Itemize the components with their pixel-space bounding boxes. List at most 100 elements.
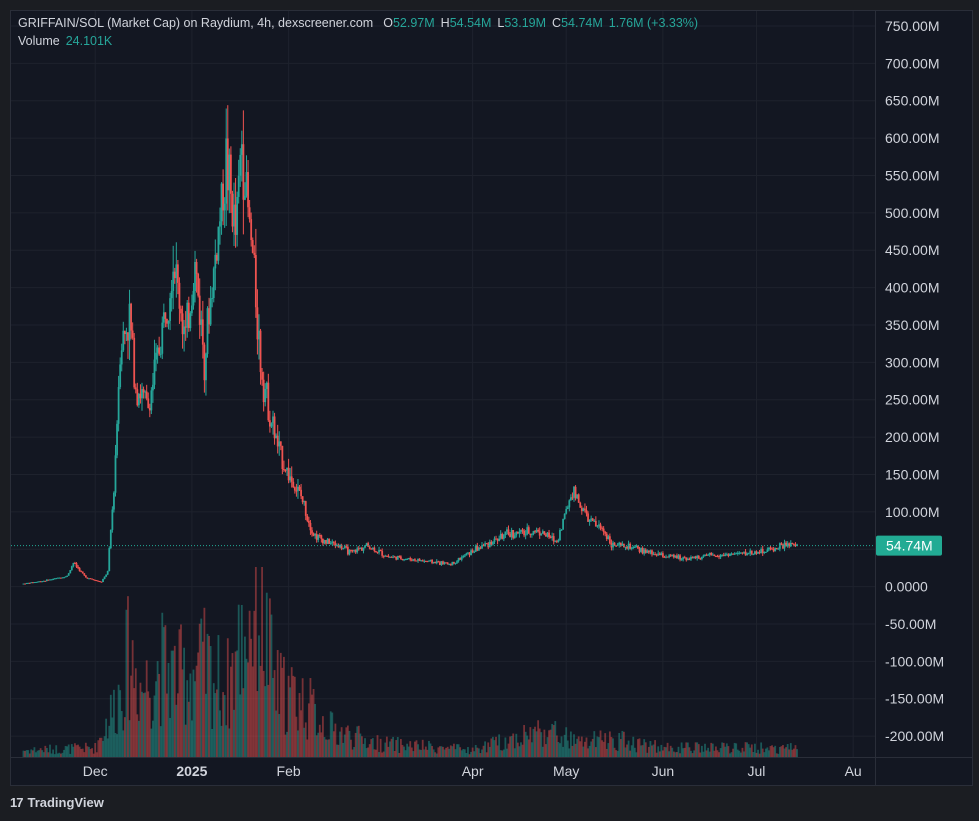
candle-body — [326, 538, 329, 544]
volume-bar — [677, 746, 680, 757]
volume-bar — [259, 665, 262, 757]
candle-body — [100, 581, 103, 583]
candle-body — [393, 556, 396, 558]
time-tick-label: Jul — [748, 763, 766, 779]
candle-body — [262, 379, 265, 403]
candle-body — [395, 556, 398, 560]
candle-body — [644, 549, 647, 553]
volume-bar — [697, 744, 700, 757]
volume-bar — [442, 746, 444, 757]
candle-body — [777, 548, 780, 550]
volume-bar — [373, 749, 376, 757]
volume-bar — [214, 693, 217, 757]
volume-bar — [615, 750, 618, 757]
candle-body — [78, 568, 81, 572]
candle-body — [498, 538, 501, 541]
low-value: 53.19M — [504, 16, 547, 30]
candle-body — [42, 580, 45, 582]
candle-body — [448, 564, 451, 566]
volume-bar — [39, 748, 42, 757]
candle-body — [378, 549, 380, 553]
candle-body — [181, 313, 184, 335]
volume-bar — [788, 749, 791, 757]
volume-bar — [332, 731, 335, 757]
candle-body — [153, 359, 156, 385]
volume-bar — [772, 747, 775, 757]
candle-body — [743, 551, 745, 553]
candle-body — [270, 423, 273, 427]
volume-bar — [273, 670, 276, 757]
candle-body — [295, 490, 298, 492]
volume-bar — [409, 741, 412, 757]
volume-bar — [736, 749, 739, 757]
volume-bar — [156, 661, 159, 757]
candle-body — [36, 581, 39, 583]
time-tick-label: Au — [845, 763, 862, 779]
candle-body — [117, 387, 120, 424]
volume-bar — [510, 736, 513, 757]
volume-bar — [148, 697, 151, 757]
volume-bar — [479, 753, 482, 757]
volume-bar — [30, 749, 33, 757]
chart-canvas[interactable]: 750.00M 700.00M 650.00M 600.00M 550.00M 500.0… — [11, 11, 972, 785]
candle-body — [707, 554, 710, 556]
volume-bar — [53, 754, 56, 757]
volume-bar — [473, 751, 476, 757]
volume-bar — [761, 748, 764, 757]
volume-bar — [264, 686, 267, 757]
volume-bar — [417, 744, 419, 757]
volume-bar — [284, 734, 287, 757]
open-value: 52.97M — [392, 16, 435, 30]
candle-body — [733, 553, 736, 555]
volume-bar — [86, 746, 89, 757]
candle-body — [685, 557, 688, 561]
volume-bar — [245, 658, 248, 757]
candle-body — [471, 550, 474, 553]
volume-bar — [515, 733, 518, 757]
price-tick-label: -50.00M — [885, 616, 936, 632]
volume-bar — [468, 754, 471, 757]
volume-bar — [710, 742, 713, 757]
volume-bar — [141, 691, 143, 757]
candle-body — [44, 580, 47, 582]
candle-body — [565, 509, 568, 514]
candle-body — [200, 319, 203, 325]
volume-bar — [60, 753, 62, 757]
volume-bar — [64, 746, 67, 757]
volume-bar — [128, 720, 131, 757]
volume-bar — [713, 750, 716, 757]
volume-bar — [292, 675, 295, 757]
candle-body — [80, 571, 83, 573]
volume-bar — [729, 753, 731, 757]
candle-body — [211, 298, 214, 300]
candle-body — [253, 252, 256, 255]
volume-bar — [130, 675, 132, 757]
chart-frame[interactable]: 750.00M 700.00M 650.00M 600.00M 550.00M 500.0… — [10, 10, 973, 786]
volume-bar — [278, 714, 281, 757]
candle-body — [103, 576, 106, 580]
volume-bar — [504, 737, 507, 757]
candle-body — [287, 467, 290, 481]
candle-body — [612, 542, 614, 548]
volume-bar — [357, 725, 360, 757]
volume-bar — [390, 738, 393, 757]
candle-body — [543, 531, 546, 535]
candle-body — [414, 559, 416, 561]
volume-bar — [183, 647, 186, 757]
volume-bar — [428, 740, 430, 757]
volume-bar — [604, 733, 607, 757]
candle-body — [715, 555, 717, 557]
price-tick-label: 150.00M — [885, 466, 939, 482]
volume-bar — [529, 727, 532, 757]
volume-bar — [764, 748, 767, 757]
candle-body — [506, 529, 508, 532]
candle-body — [88, 578, 90, 580]
tradingview-attribution[interactable]: 17 TradingView — [10, 795, 104, 810]
candle-body — [721, 555, 724, 557]
volume-bar — [229, 666, 232, 757]
candle-body — [629, 543, 632, 549]
candle-body — [385, 555, 388, 557]
volume-bar — [353, 747, 356, 757]
volume-bar — [657, 746, 660, 757]
volume-bar — [371, 738, 374, 757]
